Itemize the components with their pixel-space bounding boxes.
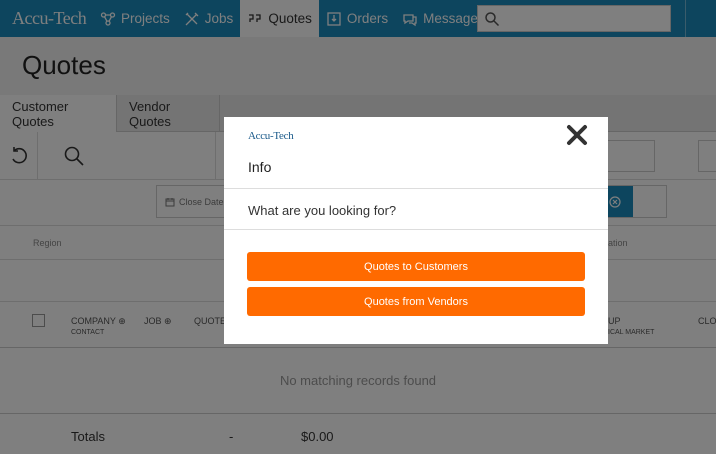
quotes-to-customers-button[interactable]: Quotes to Customers xyxy=(247,252,585,281)
modal-question: What are you looking for? xyxy=(248,203,397,218)
info-modal: Accu-Tech Info What are you looking for?… xyxy=(224,117,608,344)
modal-divider-top xyxy=(224,188,608,189)
close-icon xyxy=(567,125,587,145)
close-button[interactable] xyxy=(564,122,590,148)
modal-logo: Accu-Tech xyxy=(248,130,294,142)
quotes-from-vendors-button[interactable]: Quotes from Vendors xyxy=(247,287,585,316)
modal-divider-bottom xyxy=(224,229,608,230)
modal-title: Info xyxy=(248,159,272,175)
